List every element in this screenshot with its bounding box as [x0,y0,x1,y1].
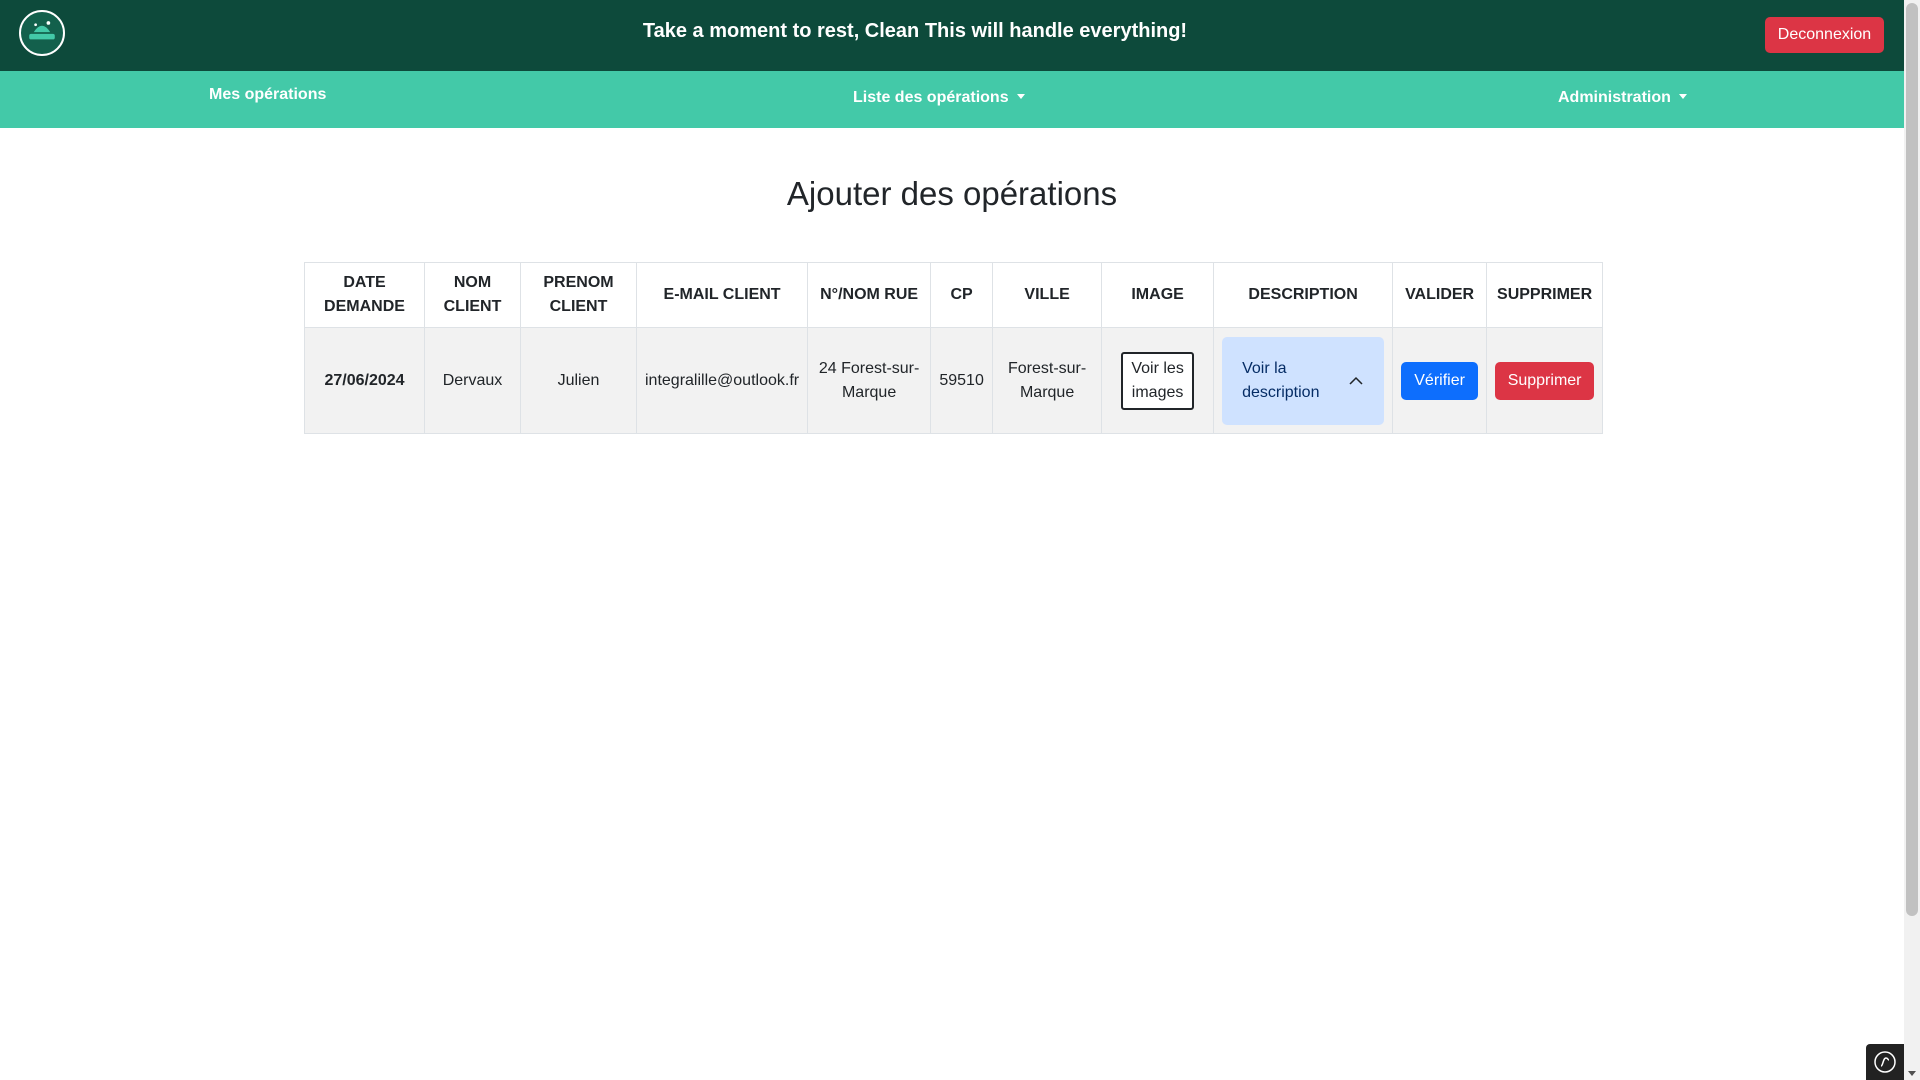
button-label: images [1131,383,1184,401]
nav-item-liste-operations[interactable]: Liste des opérations [853,89,1025,107]
cell-supprimer: Supprimer [1486,327,1604,434]
description-accordion-toggle[interactable]: Voir la description [1222,336,1385,425]
symfony-icon [1874,1051,1896,1073]
column-header-prenom: PRENOM CLIENT [520,262,637,328]
cell-cp: 59510 [930,327,994,434]
column-header-valider: VALIDER [1392,262,1488,328]
caret-down-icon [1678,94,1687,99]
cell-date: 27/06/2024 [304,327,425,434]
main-navbar: Mes opérations Liste des opérations Admi… [0,71,1904,128]
table-header-row: DATE DEMANDE NOM CLIENT PRENOM CLIENT E-MAI… [304,262,1604,328]
caret-down-icon [1016,94,1025,99]
column-header-supprimer: SUPPRIMER [1486,262,1604,328]
column-header-ville: VILLE [992,262,1103,328]
page-title: Ajouter des opérations [786,175,1118,212]
button-label: Voir les [1131,359,1184,377]
scrollbar-thumb[interactable] [1906,3,1918,916]
top-header: Take a moment to rest, Clean This will h… [0,0,1904,71]
cell-nom: Dervaux [424,327,521,434]
cell-image: Voir les images [1101,327,1215,434]
column-header-nom: NOM CLIENT [424,262,521,328]
operations-table: DATE DEMANDE NOM CLIENT PRENOM CLIENT E-MAI… [304,262,1604,434]
cell-rue: 24 Forest-sur- Marque [807,327,932,434]
scroll-down-arrow-icon[interactable] [1908,1071,1916,1076]
cell-ville: Forest-sur- Marque [992,327,1103,434]
column-header-rue: N°/NOM RUE [807,262,932,328]
column-header-date: DATE DEMANDE [304,262,425,328]
column-header-text: DATE [343,274,386,291]
column-header-text: NOM [453,274,492,291]
column-header-text: CLIENT [549,298,608,315]
cell-description: Voir la description [1213,327,1394,434]
cell-text: Marque [841,383,897,401]
column-header-cp: CP [930,262,994,328]
column-header-text: DEMANDE [324,298,405,315]
nav-item-label: Administration [1558,89,1671,106]
chevron-up-icon [1348,373,1364,389]
cell-email: integralille@outlook.fr [635,327,809,434]
column-header-image: IMAGE [1101,262,1215,328]
description-toggle-label: Voir la description [1242,357,1319,405]
column-header-text: CLIENT [443,298,502,315]
cell-text: Forest-sur- [1007,359,1087,377]
column-header-text: PRENOM [543,274,614,291]
table-row: 27/06/2024 Dervaux Julien integralille@o… [304,327,1604,434]
toggle-text: description [1242,383,1320,401]
cell-valider: Vérifier [1392,327,1488,434]
nav-item-mes-operations[interactable]: Mes opérations [209,86,326,104]
delete-button[interactable]: Supprimer [1495,361,1595,400]
nav-item-administration[interactable]: Administration [1558,89,1687,107]
verify-button[interactable]: Vérifier [1401,361,1479,400]
view-images-button[interactable]: Voir les images [1121,351,1194,410]
nav-item-label: Liste des opérations [853,89,1009,106]
cell-prenom: Julien [520,327,637,434]
cell-text: 24 Forest-sur- [818,359,920,377]
toggle-text: Voir la [1242,359,1287,377]
nav-item-label: Mes opérations [209,86,327,103]
logout-button[interactable]: Deconnexion [1765,17,1884,53]
column-header-description: DESCRIPTION [1213,262,1394,328]
symfony-toolbar-toggle[interactable] [1866,1044,1904,1080]
page-scrollbar[interactable] [1904,0,1920,1080]
cell-text: Marque [1019,383,1075,401]
column-header-email: E-MAIL CLIENT [635,262,809,328]
header-tagline: Take a moment to rest, Clean This will h… [642,20,1188,42]
